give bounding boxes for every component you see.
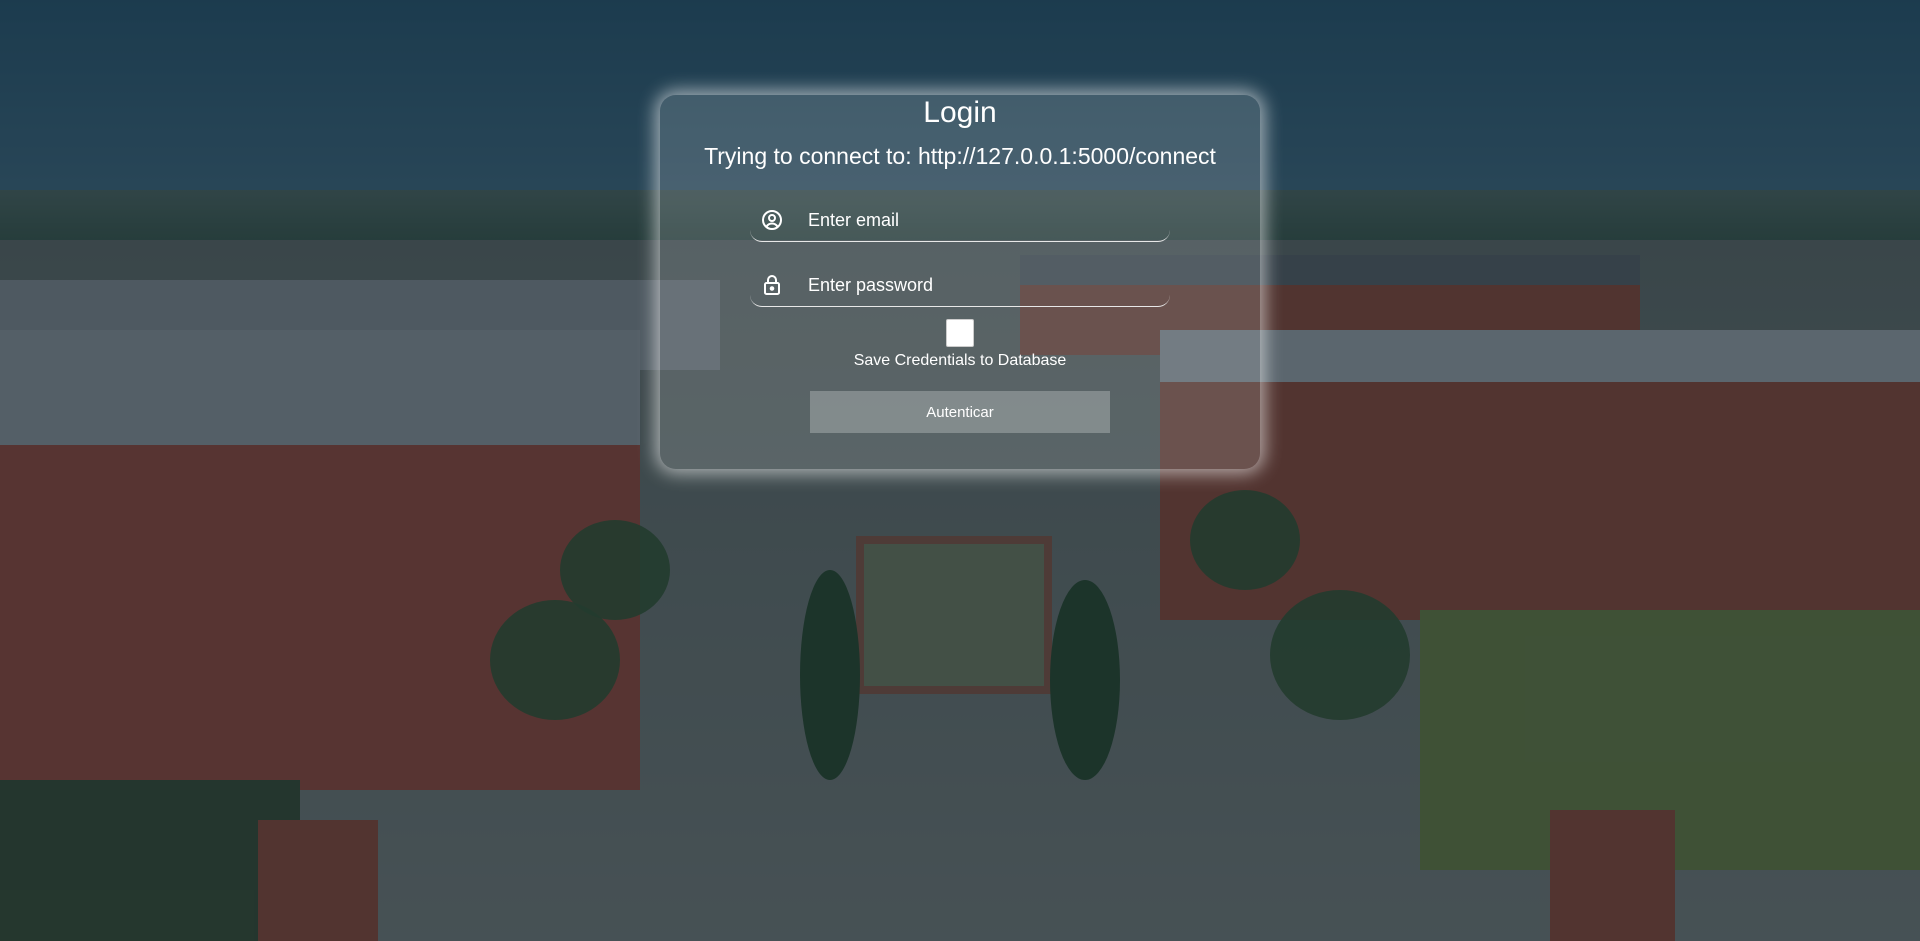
- authenticate-button[interactable]: Autenticar: [810, 391, 1110, 433]
- lock-icon: [760, 273, 784, 297]
- password-input[interactable]: [808, 269, 1158, 301]
- user-circle-icon: [760, 208, 784, 232]
- email-input[interactable]: [808, 204, 1158, 236]
- save-credentials-label: Save Credentials to Database: [853, 352, 1067, 369]
- login-card: Login Trying to connect to: http://127.0…: [660, 95, 1260, 469]
- email-field: [750, 200, 1170, 242]
- save-credentials-checkbox[interactable]: [946, 319, 974, 347]
- login-title: Login: [923, 96, 997, 129]
- password-field: [750, 265, 1170, 307]
- connection-status: Trying to connect to: http://127.0.0.1:5…: [704, 143, 1216, 169]
